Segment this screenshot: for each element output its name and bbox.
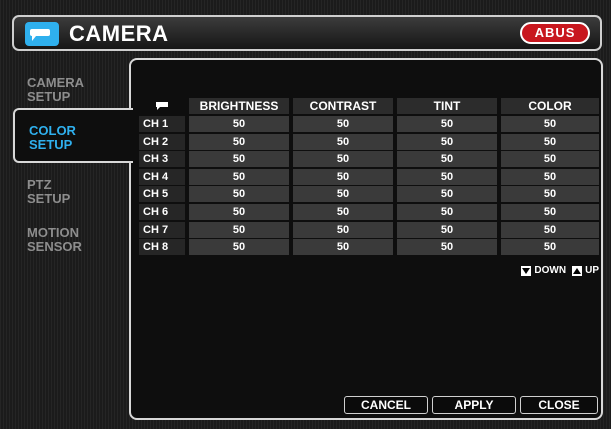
brightness-value[interactable]: 50	[189, 168, 289, 185]
sidebar-item-label: SETUP	[27, 89, 71, 104]
table-row: CH 8 50 50 50 50	[139, 239, 599, 256]
color-value[interactable]: 50	[501, 203, 599, 220]
column-header-tint: TINT	[397, 98, 497, 114]
table-row: CH 1 50 50 50 50	[139, 116, 599, 132]
page-up-label[interactable]: UP	[585, 265, 599, 276]
tint-value[interactable]: 50	[397, 133, 497, 150]
sidebar-item-label: COLOR	[29, 123, 76, 138]
table-row: CH 7 50 50 50 50	[139, 221, 599, 238]
channel-label: CH 8	[139, 239, 185, 256]
channel-label: CH 1	[139, 116, 185, 132]
contrast-value[interactable]: 50	[293, 151, 393, 168]
brightness-value[interactable]: 50	[189, 151, 289, 168]
sidebar-item-label: CAMERA	[27, 75, 85, 90]
brightness-value[interactable]: 50	[189, 133, 289, 150]
color-value[interactable]: 50	[501, 221, 599, 238]
table-row: CH 2 50 50 50 50	[139, 133, 599, 150]
sidebar-item-color-setup[interactable]: COLOR SETUP	[13, 108, 133, 163]
column-header-color: COLOR	[501, 98, 599, 114]
tint-value[interactable]: 50	[397, 151, 497, 168]
brightness-value[interactable]: 50	[189, 221, 289, 238]
channel-label: CH 6	[139, 203, 185, 220]
sidebar-item-ptz-setup[interactable]: PTZ SETUP	[13, 170, 131, 220]
table-row: CH 4 50 50 50 50	[139, 168, 599, 185]
tint-value[interactable]: 50	[397, 116, 497, 132]
apply-button[interactable]: APPLY	[432, 396, 516, 414]
brightness-value[interactable]: 50	[189, 186, 289, 203]
contrast-value[interactable]: 50	[293, 116, 393, 132]
sidebar-item-label: SETUP	[29, 137, 73, 152]
cancel-button[interactable]: CANCEL	[344, 396, 428, 414]
channel-label: CH 2	[139, 133, 185, 150]
contrast-value[interactable]: 50	[293, 203, 393, 220]
table-row: CH 3 50 50 50 50	[139, 151, 599, 168]
tint-value[interactable]: 50	[397, 168, 497, 185]
brightness-value[interactable]: 50	[189, 203, 289, 220]
color-setup-panel: BRIGHTNESS CONTRAST TINT COLOR CH 1 50 5…	[129, 58, 603, 420]
channel-label: CH 4	[139, 168, 185, 185]
sidebar-item-label: PTZ	[27, 177, 52, 192]
color-settings-table: BRIGHTNESS CONTRAST TINT COLOR CH 1 50 5…	[139, 98, 599, 257]
color-value[interactable]: 50	[501, 186, 599, 203]
up-arrow-icon[interactable]	[572, 265, 583, 276]
brightness-value[interactable]: 50	[189, 116, 289, 132]
color-value[interactable]: 50	[501, 168, 599, 185]
sidebar-item-label: SENSOR	[27, 239, 82, 254]
contrast-value[interactable]: 50	[293, 133, 393, 150]
tint-value[interactable]: 50	[397, 186, 497, 203]
camera-icon	[156, 102, 168, 110]
color-value[interactable]: 50	[501, 116, 599, 132]
contrast-value[interactable]: 50	[293, 221, 393, 238]
sidebar-item-motion-sensor[interactable]: MOTION SENSOR	[13, 218, 131, 268]
table-row: CH 5 50 50 50 50	[139, 186, 599, 203]
down-arrow-icon[interactable]	[521, 265, 532, 276]
table-header-row: BRIGHTNESS CONTRAST TINT COLOR	[139, 98, 599, 114]
tint-value[interactable]: 50	[397, 221, 497, 238]
sidebar-item-label: MOTION	[27, 225, 79, 240]
close-button[interactable]: CLOSE	[520, 396, 598, 414]
column-header-brightness: BRIGHTNESS	[189, 98, 289, 114]
tint-value[interactable]: 50	[397, 239, 497, 256]
page-down-label[interactable]: DOWN	[534, 265, 566, 276]
contrast-value[interactable]: 50	[293, 186, 393, 203]
brand-logo: ABUS	[520, 22, 590, 44]
table-row: CH 6 50 50 50 50	[139, 203, 599, 220]
contrast-value[interactable]: 50	[293, 239, 393, 256]
column-header-contrast: CONTRAST	[293, 98, 393, 114]
sidebar: CAMERA SETUP COLOR SETUP PTZ SETUP MOTIO…	[13, 58, 133, 420]
color-value[interactable]: 50	[501, 133, 599, 150]
color-value[interactable]: 50	[501, 151, 599, 168]
camera-icon	[25, 22, 59, 46]
header-bar: CAMERA ABUS	[12, 15, 602, 51]
channel-label: CH 5	[139, 186, 185, 203]
brightness-value[interactable]: 50	[189, 239, 289, 256]
channel-label: CH 7	[139, 221, 185, 238]
tint-value[interactable]: 50	[397, 203, 497, 220]
sidebar-item-label: SETUP	[27, 191, 71, 206]
color-value[interactable]: 50	[501, 239, 599, 256]
camera-column-header	[139, 98, 185, 114]
paging-controls: DOWN UP	[521, 265, 599, 276]
channel-label: CH 3	[139, 151, 185, 168]
contrast-value[interactable]: 50	[293, 168, 393, 185]
page-title: CAMERA	[69, 21, 169, 46]
